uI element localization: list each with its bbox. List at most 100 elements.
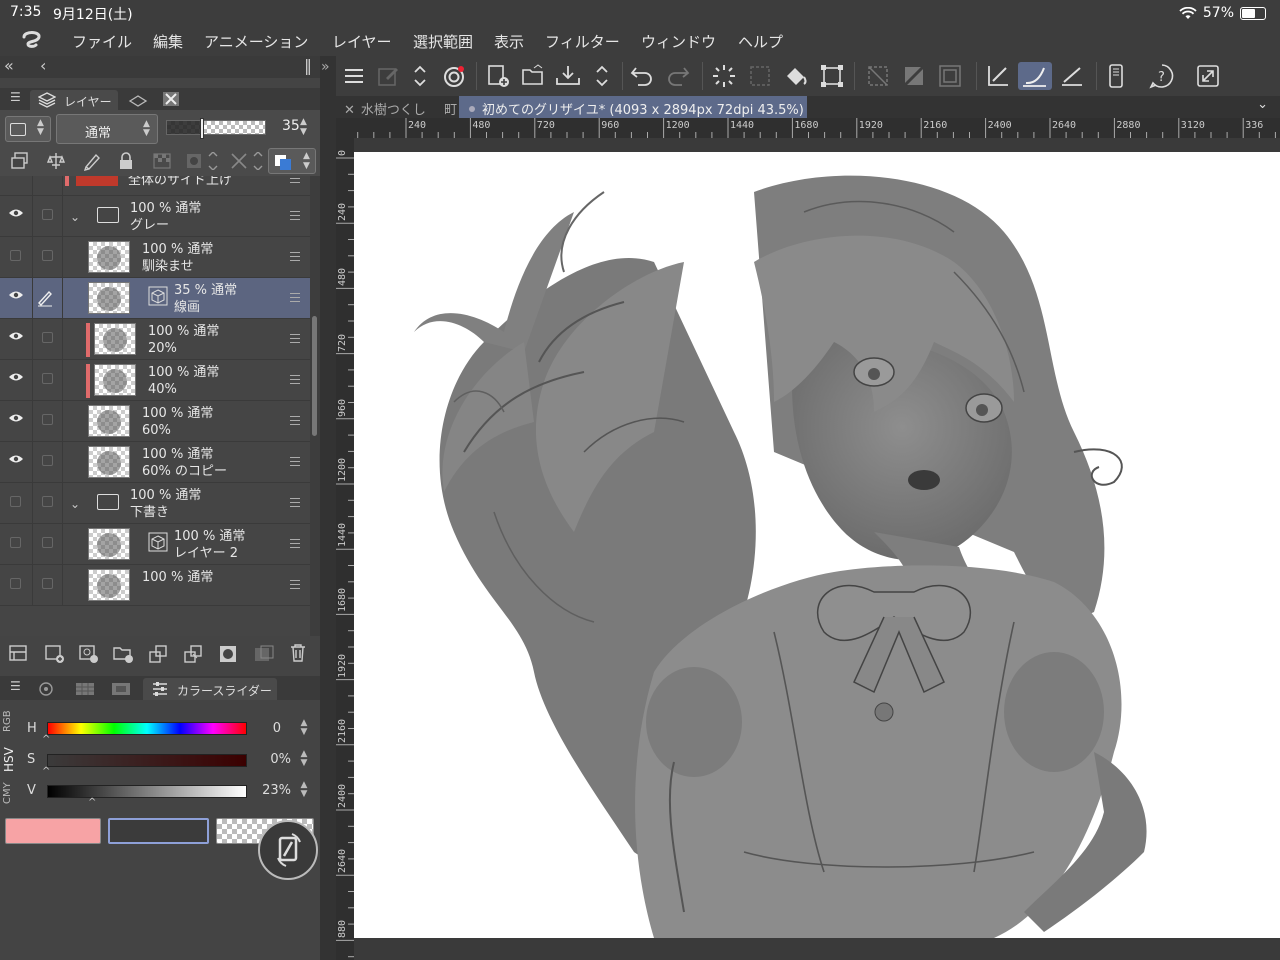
mode-hsv-tab[interactable]: HSV	[2, 742, 26, 778]
select-layer-icon[interactable]	[746, 62, 774, 90]
transform-icon[interactable]	[818, 62, 846, 90]
close-icon[interactable]	[162, 91, 180, 107]
layer-row[interactable]: 100 % 通常 60%	[0, 401, 310, 442]
color-wheel-tab-icon[interactable]	[36, 681, 56, 697]
layer-lock-toggle[interactable]	[42, 209, 53, 220]
layer-color-select[interactable]: ▲ ▼	[268, 148, 316, 174]
document-tab-1[interactable]: ✕ 水樹つくし 町	[336, 96, 458, 118]
value-thumb[interactable]: ^	[88, 797, 96, 808]
swap-color-button[interactable]	[258, 820, 318, 880]
opacity-slider[interactable]	[166, 118, 266, 139]
merge-layer-icon[interactable]	[183, 644, 203, 664]
hue-stepper[interactable]: ▲ ▼	[298, 719, 310, 737]
menu-file[interactable]: ファイル	[72, 31, 132, 52]
layer-lock-toggle[interactable]	[42, 373, 53, 384]
menu-selection[interactable]: 選択範囲	[413, 31, 473, 52]
eye-icon[interactable]	[8, 331, 24, 341]
drag-handle-icon[interactable]	[290, 375, 300, 384]
layer-row[interactable]: 100 % 通常 60% のコピー	[0, 442, 310, 483]
hue-slider[interactable]	[47, 722, 247, 735]
layer-lock-toggle[interactable]	[42, 332, 53, 343]
document-tab-2[interactable]: 初めてのグリザイユ* (4093 x 2894px 72dpi 43.5%)	[459, 96, 807, 118]
menu-help[interactable]: ヘルプ	[738, 31, 783, 52]
panel-menu-icon[interactable]: ☰	[10, 680, 21, 692]
menu-edit[interactable]: 編集	[153, 31, 183, 52]
drag-handle-icon[interactable]	[290, 293, 300, 302]
eye-icon[interactable]	[8, 208, 24, 218]
mode-rgb-tab[interactable]: RGB	[2, 706, 26, 736]
intermediate-color-tab-icon[interactable]	[110, 681, 132, 697]
menu-filter[interactable]: フィルター	[545, 31, 620, 52]
drag-handle-icon[interactable]	[290, 498, 300, 507]
blend-mode-select[interactable]: 通常 ▲ ▼	[56, 114, 158, 144]
layer-lock-toggle[interactable]	[42, 537, 53, 548]
hue-thumb[interactable]: ^	[42, 734, 50, 745]
saturation-stepper[interactable]: ▲ ▼	[298, 750, 310, 768]
visibility-toggle[interactable]	[10, 496, 21, 507]
new-folder-icon[interactable]	[112, 644, 134, 664]
snap-to-special-ruler-icon[interactable]	[1018, 62, 1052, 90]
eye-icon[interactable]	[8, 372, 24, 382]
draft-layer-icon[interactable]	[82, 151, 102, 171]
value-stepper[interactable]: ▲ ▼	[298, 781, 310, 799]
clip-to-layer-below-icon[interactable]	[10, 152, 30, 170]
delete-layer-icon[interactable]	[289, 643, 307, 663]
sub-color-swatch[interactable]	[108, 818, 209, 844]
layer-row[interactable]: 100 % 通常 レイヤー 2	[0, 524, 310, 565]
lock-transparent-icon[interactable]	[152, 152, 172, 170]
tab-layer[interactable]: レイヤー	[30, 90, 118, 110]
color-set-tab-icon[interactable]	[74, 681, 96, 697]
eye-icon[interactable]	[8, 290, 24, 300]
invert-selection-icon[interactable]	[900, 62, 928, 90]
layer-row[interactable]: 35 % 通常 線画	[0, 278, 310, 319]
fullscreen-icon[interactable]	[1194, 62, 1222, 90]
layer-row-partial[interactable]: 全体のサイド上げ	[0, 176, 310, 211]
companion-mode-icon[interactable]	[1102, 62, 1130, 90]
visibility-toggle[interactable]	[10, 578, 21, 589]
double-chevron-left-icon[interactable]: «	[4, 58, 14, 74]
chevron-down-icon[interactable]: ⌄	[1257, 97, 1268, 112]
saturation-thumb[interactable]: ^	[42, 766, 50, 777]
layer-settings-icon[interactable]	[8, 644, 28, 662]
drag-handle-icon[interactable]	[290, 334, 300, 343]
ruler-visibility-icon[interactable]	[230, 152, 266, 170]
loading-spinner-icon[interactable]	[710, 62, 738, 90]
expression-color-select[interactable]: ▲ ▼	[5, 116, 51, 142]
layer-row[interactable]: ⌄ 100 % 通常 グレー	[0, 196, 310, 237]
app-logo-icon[interactable]	[20, 29, 44, 51]
menu-layer[interactable]: レイヤー	[332, 31, 392, 52]
hamburger-menu-icon[interactable]	[340, 62, 368, 90]
tab-color-slider[interactable]: カラースライダー	[143, 678, 277, 700]
redo-icon[interactable]	[664, 62, 692, 90]
drag-handle-icon[interactable]	[290, 457, 300, 466]
value-slider[interactable]	[47, 785, 247, 798]
mask-icon[interactable]	[185, 152, 221, 170]
layer-mask-icon[interactable]	[218, 644, 238, 664]
undo-icon[interactable]	[628, 62, 656, 90]
layer-lock-toggle[interactable]	[42, 496, 53, 507]
layer-lock-toggle[interactable]	[42, 455, 53, 466]
menu-view[interactable]: 表示	[494, 31, 524, 52]
layer-row[interactable]: 100 % 通常 40%	[0, 360, 310, 401]
drag-handle-icon[interactable]	[290, 580, 300, 589]
visibility-toggle[interactable]	[10, 250, 21, 261]
layer-lock-toggle[interactable]	[42, 578, 53, 589]
canvas-paper[interactable]	[354, 152, 1280, 938]
help-icon[interactable]: ?	[1148, 62, 1176, 90]
ruler-snap-icon[interactable]	[984, 62, 1012, 90]
opacity-stepper[interactable]: ▲ ▼	[300, 117, 307, 137]
deselect-icon[interactable]	[864, 62, 892, 90]
panel-menu-icon[interactable]: ☰	[10, 91, 21, 103]
drag-handle-icon[interactable]	[290, 416, 300, 425]
chevron-left-icon[interactable]: ‹	[40, 58, 46, 74]
new-vector-layer-icon[interactable]	[78, 644, 100, 664]
menu-window[interactable]: ウィンドウ	[641, 31, 716, 52]
visibility-toggle[interactable]	[10, 537, 21, 548]
layer-row[interactable]: 100 % 通常 20%	[0, 319, 310, 360]
drag-handle-icon[interactable]	[290, 252, 300, 261]
new-raster-layer-icon[interactable]	[44, 644, 66, 664]
menu-animation[interactable]: アニメーション	[204, 31, 308, 52]
drag-handle-icon[interactable]	[290, 211, 300, 220]
up-down-icon[interactable]	[588, 62, 616, 90]
selection-border-icon[interactable]	[936, 62, 964, 90]
